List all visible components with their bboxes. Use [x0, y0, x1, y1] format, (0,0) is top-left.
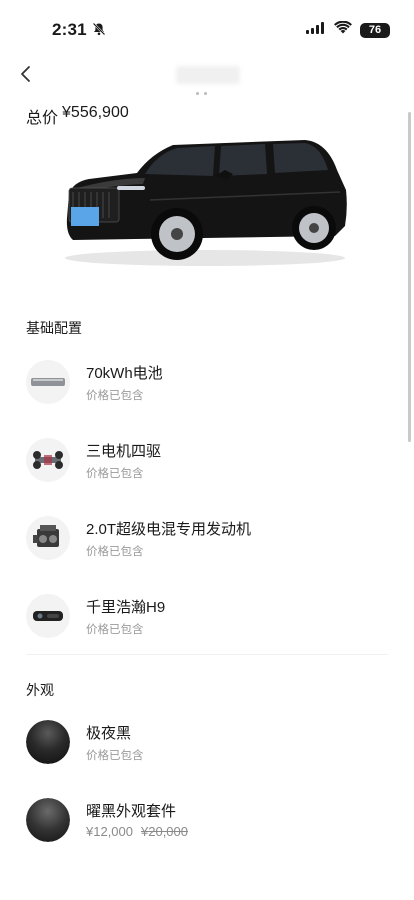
wifi-icon: [334, 20, 352, 39]
scrollbar[interactable]: [408, 112, 411, 442]
battery-pack-icon: [26, 360, 70, 404]
cellular-signal-icon: [306, 21, 326, 39]
back-button[interactable]: [12, 60, 40, 88]
item-name: 三电机四驱: [86, 443, 162, 460]
swatch-wrapper: [26, 798, 70, 842]
section-title-basic: 基础配置: [26, 320, 82, 336]
item-price-row: ¥12,000 ¥20,000: [86, 824, 188, 839]
black-kit-swatch: [26, 798, 70, 842]
item-name: 极夜黑: [86, 725, 132, 742]
item-price-status: 价格已包含: [86, 750, 144, 762]
item-price: ¥12,000: [86, 824, 133, 839]
exterior-item-color[interactable]: 极夜黑 价格已包含: [26, 720, 388, 768]
nav-title-placeholder: [176, 66, 240, 84]
item-price-status: 价格已包含: [86, 390, 144, 402]
item-original-price: ¥20,000: [141, 824, 188, 839]
carousel-dots: [196, 92, 207, 95]
swatch-wrapper: [26, 720, 70, 764]
item-price-status: 价格已包含: [86, 546, 144, 558]
section-divider: [26, 654, 388, 655]
item-name: 曜黑外观套件: [86, 803, 177, 820]
silent-bell-icon: [92, 22, 106, 41]
status-indicators: 76: [306, 20, 390, 39]
item-price-status: 价格已包含: [86, 468, 144, 480]
sensor-module-icon: [26, 594, 70, 638]
item-name: 2.0T超级电混专用发动机: [86, 521, 252, 538]
total-price: 总价 ¥556,900: [26, 104, 129, 128]
exterior-item-kit[interactable]: 曜黑外观套件 ¥12,000 ¥20,000: [26, 798, 388, 846]
item-name: 70kWh电池: [86, 365, 163, 382]
battery-indicator: 76: [360, 22, 390, 38]
config-item-engine[interactable]: 2.0T超级电混专用发动机 价格已包含: [26, 516, 388, 564]
black-paint-swatch: [26, 720, 70, 764]
config-item-motor[interactable]: 三电机四驱 价格已包含: [26, 438, 388, 486]
config-item-sensor[interactable]: 千里浩瀚H9 价格已包含: [26, 594, 388, 642]
engine-icon: [26, 516, 70, 560]
total-price-label: 总价: [26, 110, 59, 127]
config-item-battery[interactable]: 70kWh电池 价格已包含: [26, 360, 388, 408]
nav-bar: [0, 56, 414, 96]
item-name: 千里浩瀚H9: [86, 599, 166, 616]
status-bar: 2:31 76: [0, 0, 414, 56]
total-price-value: ¥556,900: [62, 104, 129, 121]
section-title-exterior: 外观: [26, 682, 54, 698]
chassis-icon: [26, 438, 70, 482]
status-time: 2:31: [52, 20, 87, 39]
car-image: [55, 130, 360, 270]
item-price-status: 价格已包含: [86, 624, 144, 636]
chevron-left-icon: [21, 66, 30, 82]
